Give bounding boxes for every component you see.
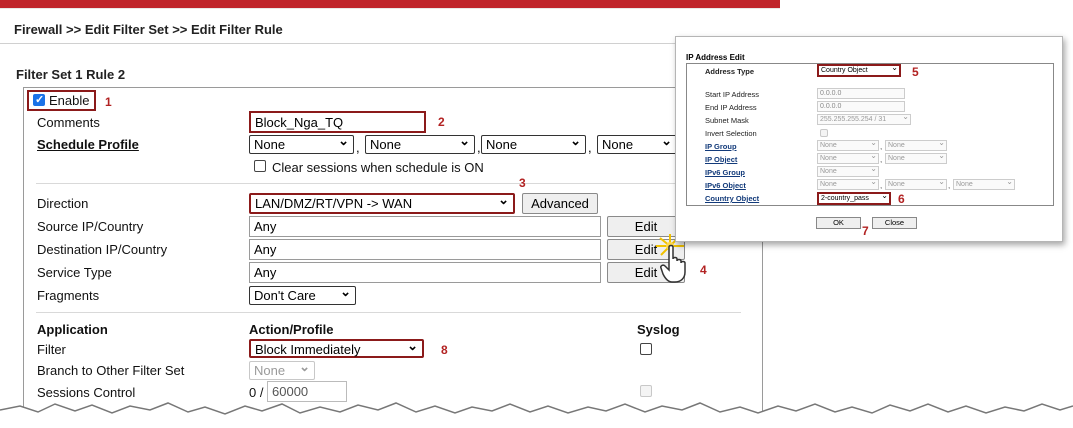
clear-sessions-label: Clear sessions when schedule is ON xyxy=(272,160,484,175)
direction-select[interactable]: LAN/DMZ/RT/VPN -> WAN xyxy=(249,192,515,214)
end-ip-label: End IP Address xyxy=(705,103,757,112)
comma: , xyxy=(880,181,883,190)
ipv6-object-select-3[interactable]: None xyxy=(953,177,1015,190)
action-profile-header: Action/Profile xyxy=(249,322,334,337)
schedule-select-4[interactable]: None xyxy=(597,133,677,154)
dialog-title: IP Address Edit xyxy=(686,53,745,62)
breadcrumb: Firewall >> Edit Filter Set >> Edit Filt… xyxy=(14,22,283,37)
annotation-5: 5 xyxy=(912,65,919,79)
ipv6-group-select[interactable]: None xyxy=(817,164,879,177)
filter-syslog-checkbox[interactable] xyxy=(640,343,652,355)
address-type-select[interactable]: Country Object xyxy=(817,63,901,77)
annotation-3: 3 xyxy=(519,176,526,190)
clear-sessions-checkbox[interactable] xyxy=(254,160,266,172)
schedule-select-2[interactable]: None xyxy=(365,133,475,154)
sessions-syslog-checkbox xyxy=(640,385,652,397)
filter-action-select[interactable]: Block Immediately xyxy=(249,338,424,358)
comma: , xyxy=(588,140,592,155)
close-button[interactable]: Close xyxy=(872,217,917,229)
branch-select[interactable]: None xyxy=(249,359,315,380)
annotation-7: 7 xyxy=(862,224,869,238)
syslog-header: Syslog xyxy=(637,322,680,337)
advanced-button[interactable]: Advanced xyxy=(522,193,598,214)
ipv6-object-select-2[interactable]: None xyxy=(885,177,947,190)
schedule-select-1[interactable]: None xyxy=(249,133,354,154)
annotation-1: 1 xyxy=(105,95,112,109)
divider xyxy=(36,183,741,184)
enable-checkbox[interactable] xyxy=(33,93,45,106)
direction-label: Direction xyxy=(37,196,89,211)
comma: , xyxy=(948,181,951,190)
ip-group-select-1[interactable]: None xyxy=(817,138,879,151)
annotation-4: 4 xyxy=(700,263,707,277)
divider xyxy=(36,312,741,313)
annotation-8: 8 xyxy=(441,343,448,357)
brand-bar xyxy=(0,0,780,8)
country-object-select[interactable]: 2-country_pass xyxy=(817,191,891,205)
branch-label: Branch to Other Filter Set xyxy=(37,363,185,378)
country-object-label: Country Object xyxy=(705,194,760,203)
ok-button[interactable]: OK xyxy=(816,217,861,229)
filter-label: Filter xyxy=(37,342,66,357)
schedule-profile-label: Schedule Profile xyxy=(37,137,139,152)
destination-label: Destination IP/Country xyxy=(37,242,168,257)
enable-label: Enable xyxy=(49,93,90,108)
service-type-input[interactable]: Any xyxy=(249,262,601,283)
end-ip-input[interactable]: 0.0.0.0 xyxy=(817,101,905,112)
ip-group-label: IP Group xyxy=(705,142,737,151)
page-title: Filter Set 1 Rule 2 xyxy=(16,67,126,82)
annotation-2: 2 xyxy=(438,115,445,129)
address-type-label: Address Type xyxy=(705,67,755,76)
torn-edge xyxy=(0,402,1073,428)
destination-input[interactable]: Any xyxy=(249,239,601,260)
start-ip-label: Start IP Address xyxy=(705,90,760,99)
hand-pointer-icon xyxy=(660,244,686,283)
ip-object-select-2[interactable]: None xyxy=(885,151,947,164)
invert-selection-checkbox[interactable] xyxy=(820,129,828,137)
schedule-select-3[interactable]: None xyxy=(481,133,586,154)
ip-object-label: IP Object xyxy=(705,155,738,164)
annotation-6: 6 xyxy=(898,192,905,206)
subnet-mask-select[interactable]: 255.255.255.254 / 31 xyxy=(817,112,911,125)
ipv6-object-label: IPv6 Object xyxy=(705,181,746,190)
comma: , xyxy=(880,142,883,151)
ip-object-select-1[interactable]: None xyxy=(817,151,879,164)
start-ip-input[interactable]: 0.0.0.0 xyxy=(817,88,905,99)
subnet-mask-label: Subnet Mask xyxy=(705,116,749,125)
comments-input[interactable]: Block_Nga_TQ xyxy=(249,111,426,133)
ipv6-group-label: IPv6 Group xyxy=(705,168,746,177)
service-type-label: Service Type xyxy=(37,265,112,280)
ip-group-select-2[interactable]: None xyxy=(885,138,947,151)
header-divider xyxy=(0,43,765,44)
fragments-label: Fragments xyxy=(37,288,100,303)
application-header: Application xyxy=(37,322,108,337)
top-divider xyxy=(0,8,780,9)
ip-address-edit-dialog: IP Address Edit Address Type Country Obj… xyxy=(675,36,1063,242)
source-label: Source IP/Country xyxy=(37,219,144,234)
comma: , xyxy=(880,155,883,164)
source-input[interactable]: Any xyxy=(249,216,601,237)
comments-label: Comments xyxy=(37,115,100,130)
fragments-select[interactable]: Don't Care xyxy=(249,284,356,305)
comma: , xyxy=(356,140,360,155)
invert-selection-label: Invert Selection xyxy=(705,129,757,138)
ipv6-object-select-1[interactable]: None xyxy=(817,177,879,190)
